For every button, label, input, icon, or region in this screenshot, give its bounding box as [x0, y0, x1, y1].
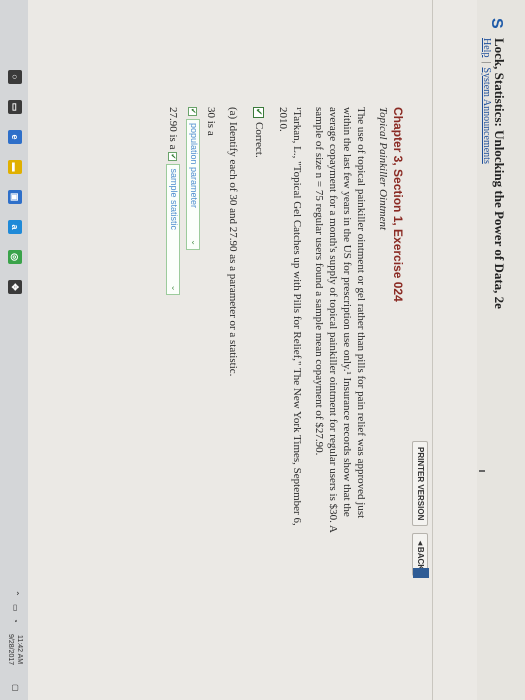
task-view-icon[interactable]: ▭	[8, 100, 22, 114]
edge-icon[interactable]: e	[8, 130, 22, 144]
check-icon	[168, 152, 178, 162]
answer-2-select[interactable]: sample statistic ⌄	[166, 164, 180, 296]
correct-banner: Correct.	[252, 107, 266, 547]
check-icon	[188, 107, 198, 116]
system-announcements-link[interactable]: System Announcements	[481, 67, 492, 163]
clock[interactable]: 11:42 AM 9/28/2017	[6, 634, 24, 665]
answer-2-row: 27.90 is a sample statistic ⌄	[166, 107, 180, 547]
exercise-content: Chapter 3, Section 1, Exercise 024 Topic…	[166, 107, 405, 547]
question-a: (a) Identify each of 30 and 27.90 as a p…	[227, 107, 239, 377]
printer-version-button[interactable]: PRINTER VERSION	[412, 441, 428, 527]
wileyplus-logo-icon: S	[488, 18, 505, 29]
clock-date: 9/28/2017	[7, 634, 14, 666]
answer-1-prefix: 30 is a	[205, 107, 217, 136]
search-icon[interactable]: ○	[8, 70, 22, 84]
chevron-down-icon: ⌄	[190, 239, 199, 246]
header-divider	[432, 0, 433, 700]
clock-time: 11:42 AM	[16, 635, 23, 665]
header-links: Help | System Announcements	[481, 38, 492, 164]
exercise-subtitle: Topical Painkiller Ointment	[377, 107, 389, 231]
cursor-mark	[479, 470, 485, 472]
store-icon[interactable]: ▣	[8, 190, 22, 204]
file-explorer-icon[interactable]: ▬	[8, 160, 22, 174]
chrome-icon[interactable]: ◎	[8, 250, 22, 264]
amazon-icon[interactable]: a	[8, 220, 22, 234]
dropbox-icon[interactable]: ✥	[8, 280, 22, 294]
toolbar-tab-icon[interactable]	[413, 568, 429, 578]
header: S Lock, Statistics: Unlocking the Power …	[477, 0, 525, 700]
windows-taskbar: ○ ▭ e ▬ ▣ a ◎ ✥ ⌃ ▭ ◔ 11:42 AM 9/28/2017…	[0, 0, 28, 700]
citation: ¹Tarkan, L., "Topical Gel Catches up wit…	[277, 107, 303, 526]
battery-icon[interactable]: ▭	[11, 604, 20, 612]
correct-label: Correct.	[253, 122, 265, 158]
header-separator: |	[481, 61, 492, 64]
help-link[interactable]: Help	[481, 38, 492, 57]
answer-2-value: sample statistic	[169, 168, 179, 231]
chevron-down-icon: ⌄	[170, 284, 179, 292]
course-title: Lock, Statistics: Unlocking the Power of…	[492, 38, 507, 309]
tray-expand-icon[interactable]: ⌃	[11, 590, 20, 597]
screen: S Lock, Statistics: Unlocking the Power …	[0, 0, 525, 700]
notifications-icon[interactable]: ▢	[11, 684, 20, 692]
network-icon[interactable]: ◔	[11, 618, 20, 623]
chapter-title: Chapter 3, Section 1, Exercise 024	[391, 107, 405, 302]
exercise-paragraph: The use of topical painkiller ointment o…	[313, 107, 367, 533]
answer-2-prefix: 27.90 is a	[167, 107, 179, 150]
answer-1-select[interactable]: population parameter ⌄	[186, 119, 200, 250]
answer-1-row: population parameter ⌄	[186, 107, 200, 547]
check-icon	[253, 107, 265, 118]
answer-1-value: population parameter	[189, 123, 199, 209]
